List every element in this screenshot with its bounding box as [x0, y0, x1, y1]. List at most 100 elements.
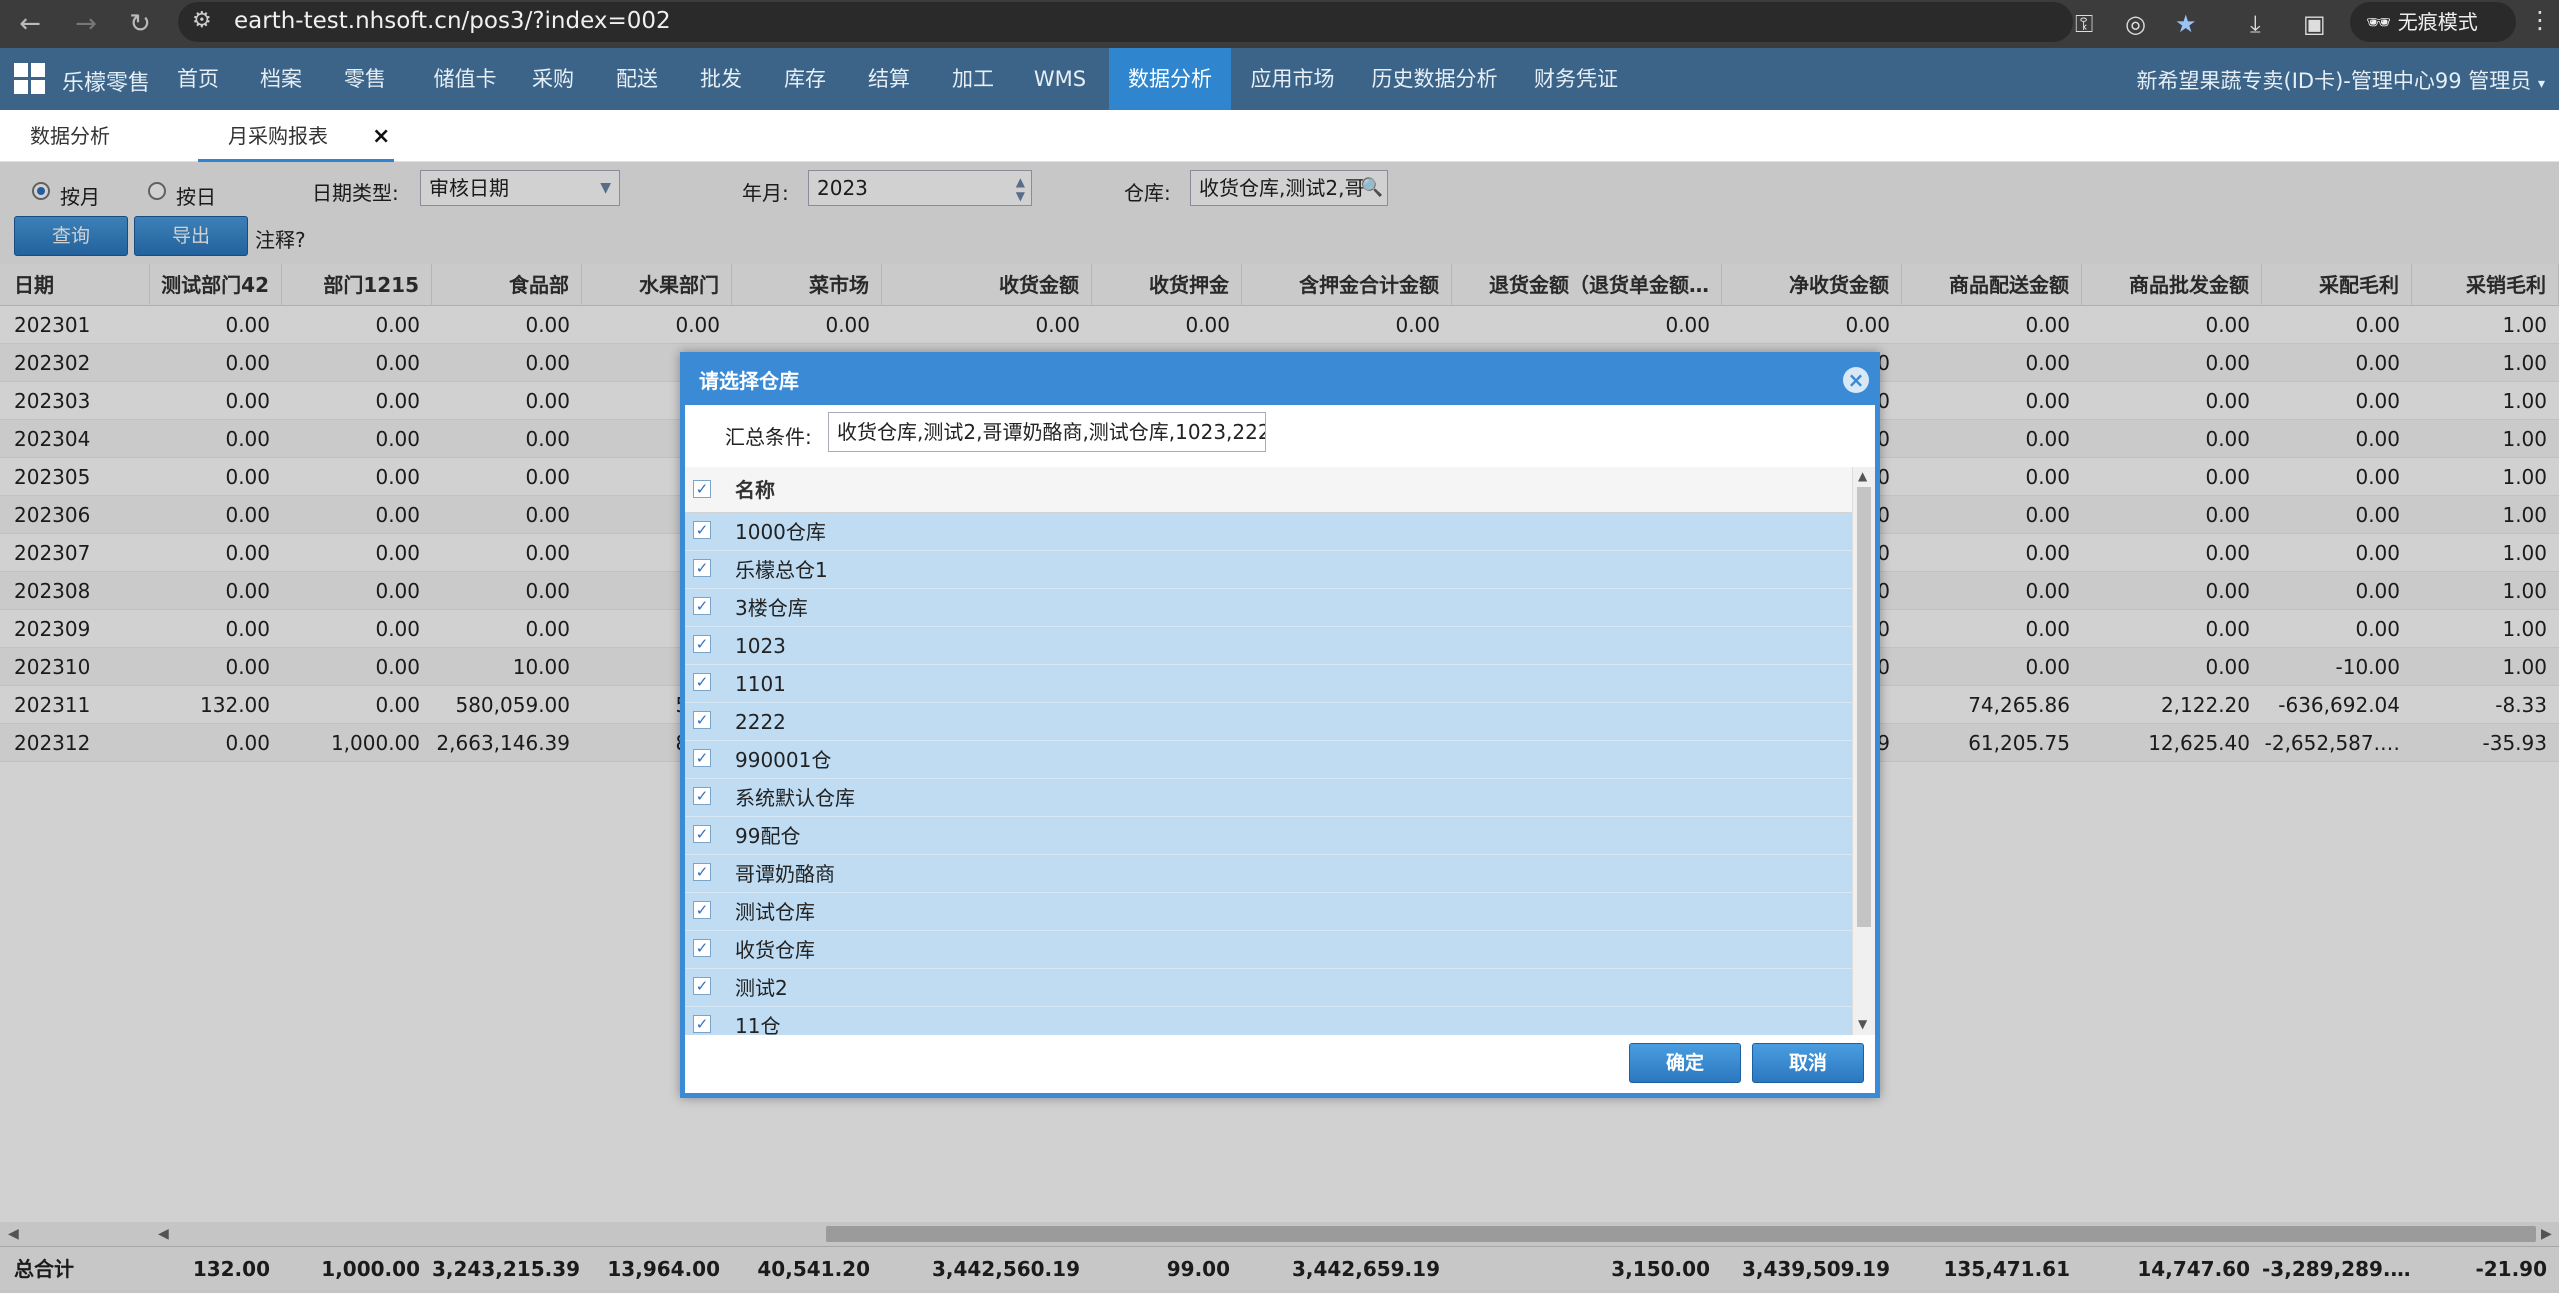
confirm-button[interactable]: 确定 [1629, 1043, 1741, 1083]
select-all-checkbox[interactable]: ✓ [693, 480, 711, 498]
menu-distribution[interactable]: 配送 [602, 48, 672, 110]
item-checkbox[interactable]: ✓ [693, 559, 711, 577]
incognito-icon: 🕶 [2366, 10, 2398, 34]
menu-inventory[interactable]: 库存 [770, 48, 840, 110]
browser-toolbar: ← → ↻ ⚙ earth-test.nhsoft.cn/pos3/?index… [0, 0, 2559, 48]
site-info-icon[interactable]: ⚙ [192, 8, 212, 33]
list-header: ✓ 名称 [685, 467, 1852, 513]
item-name: 3楼仓库 [735, 596, 808, 620]
menu-finance-voucher[interactable]: 财务凭证 [1526, 48, 1626, 110]
tab-label: 月采购报表 [228, 124, 328, 148]
condition-input[interactable]: 收货仓库,测试2,哥谭奶酪商,测试仓库,1023,2222,系 [828, 412, 1266, 452]
item-checkbox[interactable]: ✓ [693, 635, 711, 653]
list-item[interactable]: ✓ 3楼仓库 [685, 589, 1852, 627]
menu-processing[interactable]: 加工 [938, 48, 1008, 110]
list-item[interactable]: ✓ 1000仓库 [685, 513, 1852, 551]
item-checkbox[interactable]: ✓ [693, 825, 711, 843]
warehouse-dialog: 请选择仓库 × 汇总条件: 收货仓库,测试2,哥谭奶酪商,测试仓库,1023,2… [680, 352, 1880, 1098]
close-icon[interactable]: × [1843, 367, 1869, 393]
sidepanel-icon[interactable]: ▣ [2303, 10, 2326, 38]
menu-retail[interactable]: 零售 [330, 48, 400, 110]
scroll-down-icon[interactable]: ▼ [1858, 1017, 1867, 1031]
menu-home[interactable]: 首页 [163, 48, 233, 110]
download-icon[interactable]: ⤓ [2250, 10, 2261, 38]
back-icon[interactable]: ← [14, 8, 46, 40]
tab-monthly-purchase-report[interactable]: 月采购报表 [198, 110, 394, 162]
menu-wholesale[interactable]: 批发 [686, 48, 756, 110]
user-menu[interactable]: 新希望果蔬专卖(ID卡)-管理中心99 管理员 ▾ [2137, 65, 2545, 95]
list-item[interactable]: ✓ 2222 [685, 703, 1852, 741]
incognito-label: 无痕模式 [2397, 10, 2478, 34]
condition-label: 汇总条件: [725, 425, 812, 449]
scroll-thumb[interactable] [1857, 487, 1871, 927]
caret-down-icon: ▾ [2537, 76, 2545, 92]
item-checkbox[interactable]: ✓ [693, 597, 711, 615]
list-item[interactable]: ✓ 99配仓 [685, 817, 1852, 855]
list-scrollbar[interactable]: ▲ ▼ [1852, 467, 1875, 1035]
item-name: 1023 [735, 634, 786, 658]
item-name: 99配仓 [735, 824, 801, 848]
app-brand: 乐檬零售 [62, 71, 151, 96]
item-checkbox[interactable]: ✓ [693, 939, 711, 957]
tab-data-analysis[interactable]: 数据分析 [30, 110, 110, 162]
item-name: 1101 [735, 672, 786, 696]
more-icon[interactable]: ⋮ [2528, 6, 2552, 34]
list-item[interactable]: ✓ 990001仓 [685, 741, 1852, 779]
item-name: 哥谭奶酪商 [735, 862, 835, 886]
key-icon[interactable]: ⚿ [2075, 10, 2093, 38]
menu-stored-value-card[interactable]: 储值卡 [420, 48, 510, 110]
item-checkbox[interactable]: ✓ [693, 673, 711, 691]
url-text: earth-test.nhsoft.cn/pos3/?index=002 [234, 8, 671, 34]
menu-settlement[interactable]: 结算 [854, 48, 924, 110]
list-item[interactable]: ✓ 系统默认仓库 [685, 779, 1852, 817]
app-nav: 乐檬零售 首页 档案 零售 储值卡 采购 配送 批发 库存 结算 加工 WMS … [0, 48, 2559, 110]
list-item[interactable]: ✓ 1023 [685, 627, 1852, 665]
list-item[interactable]: ✓ 收货仓库 [685, 931, 1852, 969]
menu-history-analysis[interactable]: 历史数据分析 [1362, 48, 1507, 110]
item-name: 990001仓 [735, 748, 832, 772]
item-name: 系统默认仓库 [735, 786, 855, 810]
item-checkbox[interactable]: ✓ [693, 787, 711, 805]
menu-purchase[interactable]: 采购 [518, 48, 588, 110]
item-checkbox[interactable]: ✓ [693, 977, 711, 995]
menu-app-market[interactable]: 应用市场 [1240, 48, 1345, 110]
address-bar[interactable]: ⚙ earth-test.nhsoft.cn/pos3/?index=002 [178, 2, 2073, 42]
list-item[interactable]: ✓ 乐檬总仓1 [685, 551, 1852, 589]
dialog-title: 请选择仓库 × [685, 357, 1875, 405]
item-checkbox[interactable]: ✓ [693, 901, 711, 919]
menu-data-analysis[interactable]: 数据分析 [1109, 48, 1231, 110]
item-name: 2222 [735, 710, 786, 734]
list-item[interactable]: ✓ 测试仓库 [685, 893, 1852, 931]
eye-off-icon[interactable]: ◎ [2125, 10, 2146, 38]
app-logo-icon [14, 63, 46, 95]
incognito-badge[interactable]: 🕶 无痕模式 [2350, 2, 2516, 42]
item-checkbox[interactable]: ✓ [693, 1015, 711, 1033]
item-name: 1000仓库 [735, 520, 826, 544]
item-name: 测试仓库 [735, 900, 815, 924]
item-checkbox[interactable]: ✓ [693, 863, 711, 881]
star-icon[interactable]: ★ [2175, 10, 2197, 38]
item-name: 收货仓库 [735, 938, 815, 962]
item-name: 测试2 [735, 976, 788, 1000]
list-item[interactable]: ✓ 测试2 [685, 969, 1852, 1007]
name-column-header: 名称 [735, 478, 775, 502]
warehouse-list: ✓ 名称 ✓ 1000仓库 ✓ 乐檬总仓1 ✓ 3楼仓库 ✓ 1023 ✓ 1101 ✓ 2222 ✓ 9… [685, 467, 1852, 1035]
item-checkbox[interactable]: ✓ [693, 521, 711, 539]
item-name: 11仓 [735, 1014, 781, 1035]
item-name: 乐檬总仓1 [735, 558, 828, 582]
list-item[interactable]: ✓ 哥谭奶酪商 [685, 855, 1852, 893]
list-item[interactable]: ✓ 1101 [685, 665, 1852, 703]
cancel-button[interactable]: 取消 [1752, 1043, 1864, 1083]
menu-archive[interactable]: 档案 [246, 48, 316, 110]
tab-bar: 数据分析 月采购报表 × [0, 110, 2559, 162]
reload-icon[interactable]: ↻ [124, 8, 156, 40]
dialog-title-text: 请选择仓库 [699, 369, 799, 393]
list-item[interactable]: ✓ 11仓 [685, 1007, 1852, 1035]
scroll-up-icon[interactable]: ▲ [1858, 469, 1867, 483]
forward-icon[interactable]: → [70, 8, 102, 40]
user-label: 新希望果蔬专卖(ID卡)-管理中心99 管理员 [2136, 69, 2532, 93]
tab-close-icon[interactable]: × [372, 124, 390, 149]
item-checkbox[interactable]: ✓ [693, 749, 711, 767]
item-checkbox[interactable]: ✓ [693, 711, 711, 729]
menu-wms[interactable]: WMS [1022, 48, 1098, 110]
